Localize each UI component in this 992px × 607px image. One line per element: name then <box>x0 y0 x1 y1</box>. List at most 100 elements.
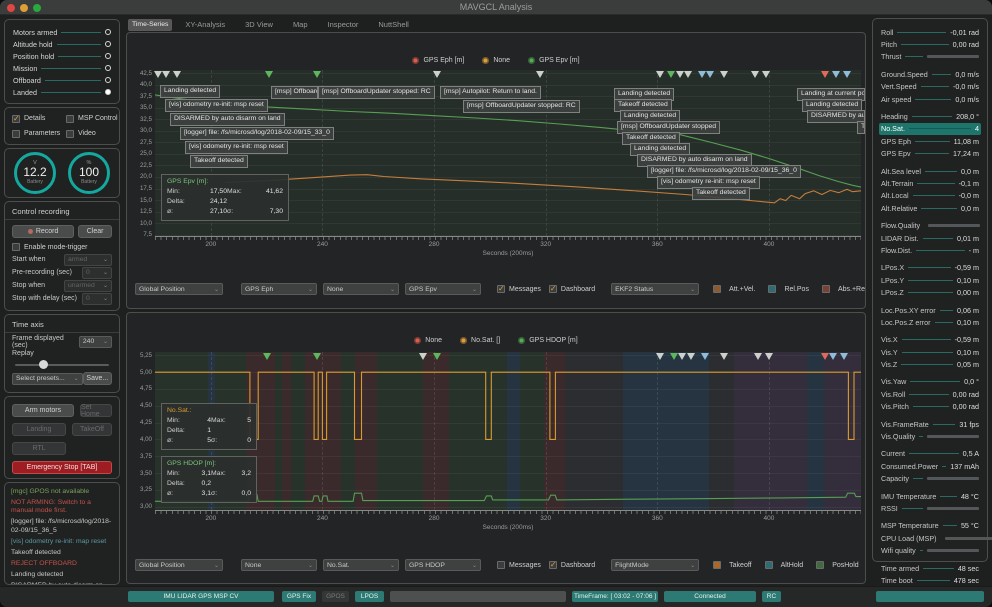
telemetry-row-capacity[interactable]: Capacity <box>879 473 981 485</box>
clear-button[interactable]: Clear <box>78 225 112 238</box>
tab-map[interactable]: Map <box>286 18 315 31</box>
record-button[interactable]: Record <box>12 225 74 238</box>
toggle-msp-control[interactable]: MSP Control <box>66 115 118 123</box>
series-select-none[interactable]: None⌄ <box>323 283 399 295</box>
series-select-no-sat[interactable]: No.Sat.⌄ <box>323 559 399 571</box>
messages-toggle-checkbox[interactable] <box>497 561 505 569</box>
telemetry-row-vert-speed[interactable]: Vert.Speed-0,0 m/s <box>879 81 981 93</box>
dashboard-toggle[interactable]: Dashboard <box>549 285 595 293</box>
landing-button[interactable]: Landing <box>12 423 66 436</box>
telemetry-row-alt-terrain[interactable]: Alt.Terrain-0,1 m <box>879 177 981 189</box>
series-select-none[interactable]: None⌄ <box>241 559 317 571</box>
arm-motors-button[interactable]: Arm motors <box>12 404 74 417</box>
telemetry-row-vis-yaw[interactable]: Vis.Yaw0,0 ° <box>879 376 981 388</box>
replay-slider-thumb[interactable] <box>39 360 48 369</box>
telemetry-row-air-speed[interactable]: Air speed0,0 m/s <box>879 93 981 105</box>
details-checkbox[interactable] <box>12 115 20 123</box>
flag-poshold[interactable]: PosHold <box>816 561 858 569</box>
abs-rel-pos-color-swatch[interactable] <box>822 285 830 293</box>
flag-abs-rel-pos[interactable]: Abs.+Rel.Pos <box>822 285 866 293</box>
group-select-flightmode[interactable]: FlightMode⌄ <box>611 559 699 571</box>
telemetry-row-lpos-y[interactable]: LPos.Y0,10 m <box>879 274 981 286</box>
telemetry-row-no-sat[interactable]: No.Sat.4 <box>879 123 981 135</box>
poshold-color-swatch[interactable] <box>816 561 824 569</box>
telemetry-row-roll[interactable]: Roll-0,01 rad <box>879 26 981 38</box>
telemetry-row-gps-eph[interactable]: GPS Eph11,08 m <box>879 135 981 147</box>
telemetry-row-consumed-power[interactable]: Consumed.Power137 mAh <box>879 460 981 472</box>
save-preset-button[interactable]: Save... <box>83 372 112 385</box>
series-select-global-position[interactable]: Global Position⌄ <box>135 283 223 295</box>
toggle-video[interactable]: Video <box>66 130 118 138</box>
telemetry-row-flow-quality[interactable]: Flow.Quality <box>879 219 981 231</box>
telemetry-row-pitch[interactable]: Pitch0,00 rad <box>879 38 981 50</box>
start-when-select[interactable]: armed⌄ <box>64 254 112 266</box>
tab-3d-view[interactable]: 3D View <box>238 18 280 31</box>
althold-color-swatch[interactable] <box>765 561 773 569</box>
takeoff-button[interactable]: TakeOff <box>72 423 112 436</box>
telemetry-row-rssi[interactable]: RSSI <box>879 502 981 514</box>
flag-att-vel[interactable]: Att.+Vel. <box>713 285 755 293</box>
dashboard-toggle[interactable]: Dashboard <box>549 561 595 569</box>
tab-time-series[interactable]: Time-Series <box>128 19 172 31</box>
series-select-gps-epv[interactable]: GPS Epv⌄ <box>405 283 481 295</box>
set-home-button[interactable]: Set Home <box>80 404 112 417</box>
telemetry-row-alt-local[interactable]: Alt.Local-0,0 m <box>879 190 981 202</box>
rel-pos-color-swatch[interactable] <box>768 285 776 293</box>
video-checkbox[interactable] <box>66 130 74 138</box>
flag-rel-pos[interactable]: Rel.Pos <box>768 285 809 293</box>
frame-displayed-select[interactable]: 240⌄ <box>79 336 112 348</box>
takeoff-color-swatch[interactable] <box>713 561 721 569</box>
series-select-gps-eph[interactable]: GPS Eph⌄ <box>241 283 317 295</box>
toggle-details[interactable]: Details <box>12 115 66 123</box>
telemetry-row-vis-z[interactable]: Vis.Z0,05 m <box>879 358 981 370</box>
telemetry-row-heading[interactable]: Heading208,0 ° <box>879 110 981 122</box>
mode-trigger-checkbox[interactable] <box>12 243 20 251</box>
tab-nuttshell[interactable]: NuttShell <box>371 18 415 31</box>
telemetry-row-alt-relative[interactable]: Alt.Relative0,0 m <box>879 202 981 214</box>
messages-toggle[interactable]: Messages <box>497 561 541 569</box>
telemetry-row-vis-pitch[interactable]: Vis.Pitch0,00 rad <box>879 401 981 413</box>
telemetry-row-vis-framerate[interactable]: Vis.FrameRate31 fps <box>879 418 981 430</box>
messages-toggle-checkbox[interactable] <box>497 285 505 293</box>
telemetry-row-lidar-dist[interactable]: LIDAR Dist.0,01 m <box>879 232 981 244</box>
messages-toggle[interactable]: Messages <box>497 285 541 293</box>
telemetry-row-imu-temperature[interactable]: IMU Temperature48 °C <box>879 490 981 502</box>
telemetry-row-ground-speed[interactable]: Ground.Speed0,0 m/s <box>879 68 981 80</box>
telemetry-row-time-boot[interactable]: Time boot478 sec <box>879 574 981 586</box>
telemetry-row-gps-epv[interactable]: GPS Epv17,24 m <box>879 148 981 160</box>
dashboard-toggle-checkbox[interactable] <box>549 285 557 293</box>
stop-when-select[interactable]: unarmed⌄ <box>64 280 112 292</box>
telemetry-row-thrust[interactable]: Thrust <box>879 51 981 63</box>
telemetry-row-time-armed[interactable]: Time armed48 sec <box>879 562 981 574</box>
msp-control-checkbox[interactable] <box>66 115 74 123</box>
telemetry-row-vis-x[interactable]: Vis.X-0,59 m <box>879 334 981 346</box>
att-vel-color-swatch[interactable] <box>713 285 721 293</box>
toggle-parameters[interactable]: Parameters <box>12 130 66 138</box>
telemetry-row-vis-y[interactable]: Vis.Y0,10 m <box>879 346 981 358</box>
flag-takeoff[interactable]: Takeoff <box>713 561 751 569</box>
parameters-checkbox[interactable] <box>12 130 20 138</box>
group-select-ekf2-status[interactable]: EKF2 Status⌄ <box>611 283 699 295</box>
telemetry-row-wifi-quality[interactable]: Wifi quality <box>879 544 981 556</box>
tab-xy-analysis[interactable]: XY-Analysis <box>178 18 232 31</box>
telemetry-row-current[interactable]: Current0,5 A <box>879 448 981 460</box>
replay-slider[interactable] <box>15 360 109 369</box>
presets-select[interactable]: Select presets...⌄ <box>12 373 83 385</box>
telemetry-row-vis-roll[interactable]: Vis.Roll0,00 rad <box>879 388 981 400</box>
rtl-button[interactable]: RTL <box>12 442 66 455</box>
tab-inspector[interactable]: Inspector <box>321 18 366 31</box>
pre-recording-sec-select[interactable]: 0⌄ <box>82 267 112 279</box>
telemetry-row-alt-sea-level[interactable]: Alt.Sea level0,0 m <box>879 165 981 177</box>
telemetry-row-cpu-load-msp[interactable]: CPU Load (MSP) <box>879 532 981 544</box>
emergency-stop-button[interactable]: Emergency Stop [TAB] <box>12 461 112 474</box>
telemetry-row-msp-temperature[interactable]: MSP Temperature55 °C <box>879 520 981 532</box>
stop-with-delay-sec-select[interactable]: 0⌄ <box>82 293 112 305</box>
telemetry-row-loc-pos-xy-error[interactable]: Loc.Pos.XY error0,06 m <box>879 304 981 316</box>
series-select-gps-hdop[interactable]: GPS HDOP⌄ <box>405 559 481 571</box>
telemetry-row-flow-dist[interactable]: Flow.Dist.- m <box>879 244 981 256</box>
telemetry-row-lpos-x[interactable]: LPos.X-0,59 m <box>879 262 981 274</box>
telemetry-row-loc-pos-z-error[interactable]: Loc.Pos.Z error0,10 m <box>879 316 981 328</box>
series-select-global-position[interactable]: Global Position⌄ <box>135 559 223 571</box>
telemetry-row-lpos-z[interactable]: LPos.Z0,00 m <box>879 286 981 298</box>
flag-althold[interactable]: AltHold <box>765 561 804 569</box>
